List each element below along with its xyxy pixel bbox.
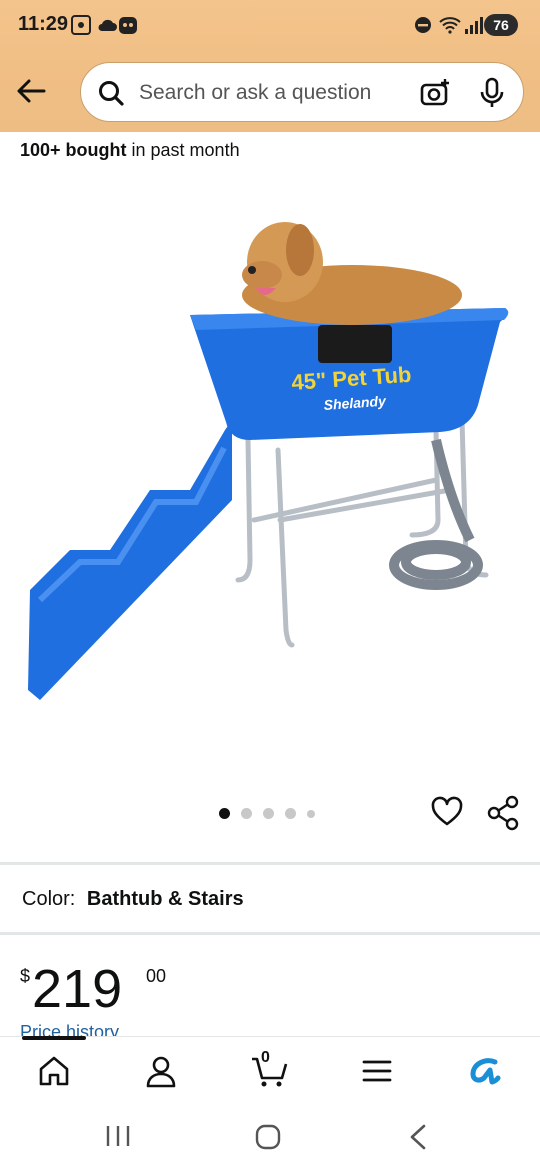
- screenshot-icon: [70, 12, 92, 38]
- carousel-dot[interactable]: [263, 808, 274, 819]
- back-arrow-icon: [17, 79, 46, 103]
- color-value: Bathtub & Stairs: [86, 888, 244, 910]
- price-fraction: 00: [146, 966, 167, 986]
- nav-cart[interactable]: 0: [249, 1049, 289, 1091]
- purchase-count: 100+ bought in past month: [20, 140, 240, 161]
- price-currency: $: [20, 966, 31, 986]
- carousel-dot-active[interactable]: [219, 808, 230, 819]
- color-selection[interactable]: Color: Bathtub & Stairs: [22, 888, 244, 911]
- search-bar[interactable]: Search or ask a question: [80, 62, 524, 122]
- nav-menu[interactable]: [357, 1051, 397, 1091]
- nav-account[interactable]: [141, 1051, 181, 1091]
- carousel-dot[interactable]: [285, 808, 296, 819]
- bottom-navigation: 0: [0, 1036, 540, 1105]
- purchase-count-strong: 100+ bought: [20, 140, 127, 160]
- nav-rufus[interactable]: [465, 1051, 505, 1091]
- carousel-dot[interactable]: [241, 808, 252, 819]
- back-system-button[interactable]: [408, 1124, 428, 1155]
- heart-icon: [431, 796, 463, 826]
- recent-apps-button[interactable]: [104, 1124, 132, 1153]
- rufus-ai-icon: [470, 1058, 501, 1085]
- home-icon: [39, 1056, 69, 1086]
- wishlist-button[interactable]: [430, 795, 464, 834]
- bot-app-icon: [118, 12, 138, 38]
- search-icon: [97, 79, 125, 112]
- microphone-icon[interactable]: [477, 77, 507, 114]
- section-divider: [0, 862, 540, 865]
- menu-icon: [362, 1060, 392, 1082]
- purchase-count-rest: in past month: [126, 140, 240, 160]
- app-header: 11:29 76 Search or ask a question: [0, 0, 540, 132]
- wifi-icon: [438, 12, 462, 38]
- status-time: 11:29: [18, 13, 69, 35]
- back-button[interactable]: [14, 74, 50, 110]
- active-tab-indicator: [22, 1036, 86, 1040]
- dnd-icon: [414, 12, 432, 38]
- nav-home[interactable]: [34, 1051, 74, 1091]
- home-system-button[interactable]: [255, 1124, 281, 1155]
- search-input[interactable]: Search or ask a question: [139, 81, 371, 105]
- price-history-link[interactable]: Price history: [20, 1022, 119, 1036]
- section-divider: [0, 932, 540, 935]
- camera-search-icon[interactable]: [419, 77, 451, 114]
- share-button[interactable]: [486, 795, 520, 836]
- status-bar: 11:29 76: [0, 0, 540, 52]
- signal-icon: [464, 12, 486, 38]
- share-icon: [487, 795, 519, 831]
- cloud-icon: [96, 12, 118, 38]
- battery-indicator: 76: [484, 14, 518, 36]
- color-label: Color:: [22, 888, 76, 910]
- price-whole: 219: [32, 959, 123, 1019]
- carousel-dot[interactable]: [307, 809, 315, 818]
- account-icon: [146, 1056, 176, 1088]
- system-navigation-bar: [0, 1104, 540, 1170]
- product-image[interactable]: 45" Pet Tub Shelandy: [0, 190, 540, 750]
- image-carousel-dots: [219, 808, 315, 819]
- cart-count: 0: [261, 1049, 270, 1066]
